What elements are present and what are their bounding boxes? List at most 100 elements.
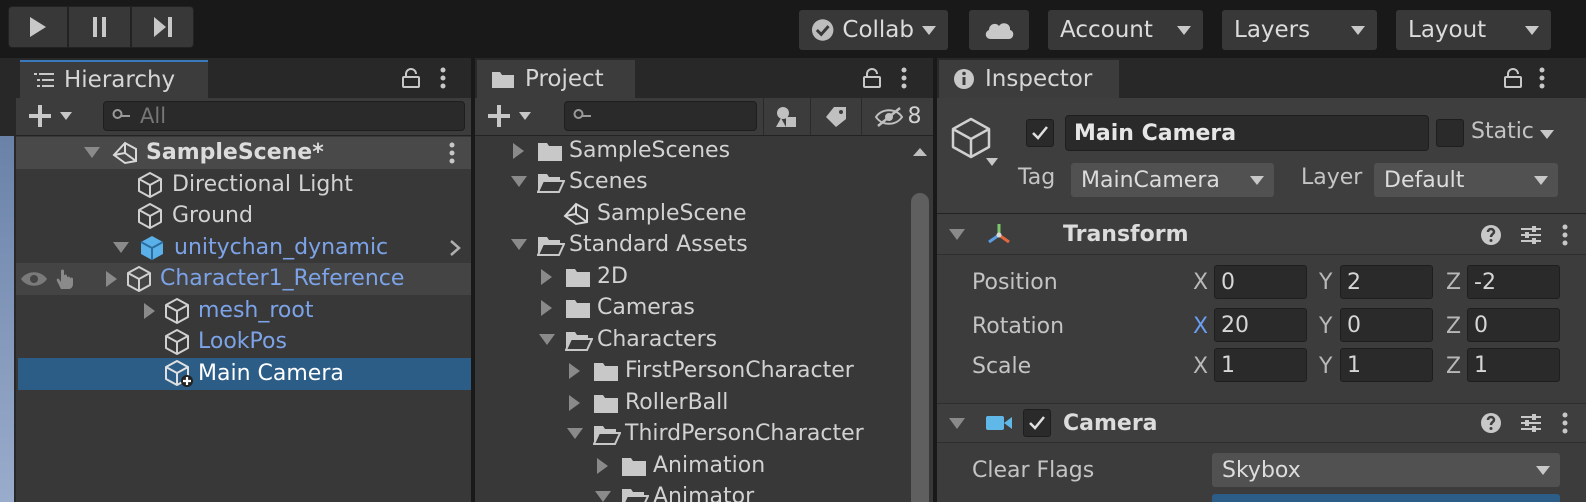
rotation-z-input[interactable]: 0	[1467, 308, 1560, 342]
project-search-input[interactable]	[564, 101, 757, 131]
expand-triangle-icon[interactable]	[949, 229, 965, 240]
chevron-right-icon[interactable]	[449, 239, 461, 257]
expand-triangle-icon[interactable]	[511, 239, 527, 251]
tab-project[interactable]: Project	[477, 60, 635, 98]
layers-dropdown[interactable]: Layers	[1222, 10, 1377, 50]
collapse-triangle-icon[interactable]	[541, 268, 552, 285]
account-dropdown[interactable]: Account	[1048, 10, 1203, 50]
kebab-menu-icon[interactable]	[901, 67, 907, 89]
collapse-triangle-icon[interactable]	[144, 302, 155, 319]
search-by-type-button[interactable]	[763, 98, 809, 135]
hierarchy-item[interactable]: Character1_Reference	[16, 263, 471, 295]
hierarchy-item-selected[interactable]: Main Camera	[18, 358, 471, 390]
pause-button[interactable]	[68, 6, 131, 48]
help-icon[interactable]	[1480, 224, 1502, 246]
object-name-input[interactable]: Main Camera	[1065, 115, 1429, 151]
project-item[interactable]: Characters	[475, 324, 717, 356]
camera-enabled-checkbox[interactable]	[1023, 409, 1051, 437]
expand-triangle-icon[interactable]	[113, 242, 129, 254]
component-kebab-menu-icon[interactable]	[1562, 224, 1568, 246]
hierarchy-item[interactable]: Ground	[16, 200, 471, 232]
position-y-input[interactable]: 2	[1340, 265, 1433, 299]
lock-icon[interactable]	[1504, 68, 1522, 88]
collapse-triangle-icon[interactable]	[597, 457, 608, 474]
step-button[interactable]	[131, 6, 194, 48]
hierarchy-item[interactable]: mesh_root	[16, 295, 471, 327]
position-x-input[interactable]: 0	[1214, 265, 1307, 299]
project-item[interactable]: Animator	[475, 481, 754, 502]
rotation-y-label[interactable]: Y	[1319, 314, 1332, 339]
scale-z-label[interactable]: Z	[1446, 354, 1461, 379]
scene-header-row[interactable]: SampleScene*	[16, 137, 471, 169]
collapse-triangle-icon[interactable]	[106, 270, 117, 287]
expand-triangle-icon[interactable]	[595, 491, 611, 502]
help-icon[interactable]	[1480, 412, 1502, 434]
hierarchy-item[interactable]: Directional Light	[16, 169, 471, 201]
scale-y-label[interactable]: Y	[1319, 354, 1332, 379]
rotation-x-input[interactable]: 20	[1214, 308, 1307, 342]
project-item[interactable]: SampleScenes	[475, 137, 730, 167]
project-scrollbar[interactable]	[907, 137, 933, 502]
project-item[interactable]: RollerBall	[475, 387, 728, 419]
expand-triangle-icon[interactable]	[567, 428, 583, 440]
project-item[interactable]: FirstPersonCharacter	[475, 355, 854, 387]
project-item[interactable]: 2D	[475, 261, 628, 293]
hierarchy-item[interactable]: LookPos	[16, 326, 471, 358]
expand-triangle-icon[interactable]	[539, 334, 555, 346]
cloud-button[interactable]	[969, 10, 1029, 50]
tag-dropdown[interactable]: MainCamera	[1071, 163, 1274, 197]
scale-x-label[interactable]: X	[1193, 354, 1208, 379]
static-chevron-icon[interactable]	[1540, 130, 1554, 139]
clear-flags-dropdown[interactable]: Skybox	[1212, 453, 1560, 487]
project-item[interactable]: Scenes	[475, 166, 648, 198]
collab-dropdown[interactable]: Collab	[799, 10, 948, 50]
collapse-triangle-icon[interactable]	[513, 142, 524, 159]
expand-triangle-icon[interactable]	[511, 176, 527, 188]
project-item[interactable]: ThirdPersonCharacter	[475, 418, 864, 450]
rotation-y-input[interactable]: 0	[1340, 308, 1433, 342]
position-y-label[interactable]: Y	[1319, 270, 1332, 295]
project-item[interactable]: Standard Assets	[475, 229, 748, 261]
transform-header[interactable]: Transform	[937, 215, 1586, 255]
presets-sliders-icon[interactable]	[1520, 224, 1542, 246]
kebab-menu-icon[interactable]	[440, 67, 446, 89]
rotation-z-label[interactable]: Z	[1446, 314, 1461, 339]
hidden-packages-toggle[interactable]: 8	[861, 98, 933, 135]
scrollbar-thumb[interactable]	[911, 193, 929, 502]
position-z-input[interactable]: -2	[1467, 265, 1560, 299]
tab-hierarchy[interactable]: Hierarchy	[20, 60, 208, 98]
project-item[interactable]: Cameras	[475, 292, 695, 324]
collapse-triangle-icon[interactable]	[569, 362, 580, 379]
gameobject-large-icon[interactable]	[949, 116, 993, 160]
scale-z-input[interactable]: 1	[1467, 348, 1560, 382]
component-kebab-menu-icon[interactable]	[1562, 412, 1568, 434]
layer-dropdown[interactable]: Default	[1374, 163, 1558, 197]
create-dropdown[interactable]	[487, 104, 531, 128]
hierarchy-search-input[interactable]: All	[103, 101, 465, 131]
camera-header[interactable]: Camera	[937, 403, 1586, 443]
scroll-up-arrow-icon[interactable]	[912, 147, 928, 157]
scene-kebab-menu-icon[interactable]	[449, 142, 455, 164]
play-button[interactable]	[8, 6, 68, 48]
pickable-hand-icon[interactable]	[54, 267, 78, 291]
background-color-field[interactable]	[1212, 494, 1560, 502]
scale-y-input[interactable]: 1	[1340, 348, 1433, 382]
create-dropdown[interactable]	[28, 104, 72, 128]
expand-triangle-icon[interactable]	[84, 147, 100, 159]
position-x-label[interactable]: X	[1193, 270, 1208, 295]
rotation-x-label[interactable]: X	[1193, 314, 1208, 339]
lock-icon[interactable]	[863, 68, 881, 88]
kebab-menu-icon[interactable]	[1539, 67, 1545, 89]
visibility-eye-icon[interactable]	[20, 270, 48, 288]
hierarchy-item[interactable]: unitychan_dynamic	[16, 232, 471, 264]
icon-picker-chevron-icon[interactable]	[986, 158, 998, 166]
position-z-label[interactable]: Z	[1446, 270, 1461, 295]
scale-x-input[interactable]: 1	[1214, 348, 1307, 382]
expand-triangle-icon[interactable]	[949, 417, 965, 429]
project-item[interactable]: Animation	[475, 450, 765, 482]
search-by-label-button[interactable]	[810, 98, 860, 135]
presets-sliders-icon[interactable]	[1520, 412, 1542, 434]
active-checkbox[interactable]	[1026, 119, 1054, 147]
tab-inspector[interactable]: Inspector	[939, 60, 1119, 98]
collapse-triangle-icon[interactable]	[569, 394, 580, 411]
